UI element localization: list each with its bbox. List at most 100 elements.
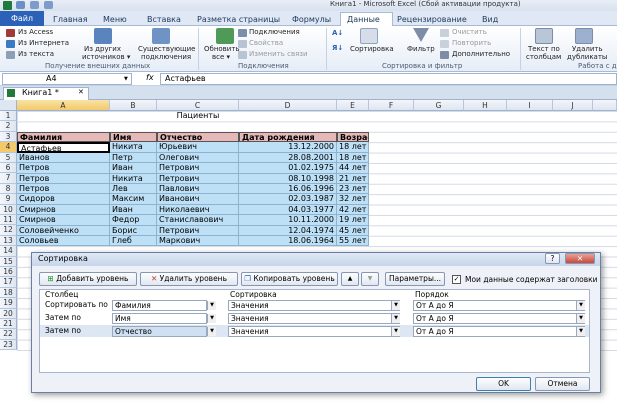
data-cell[interactable]: 45 лет — [337, 225, 369, 236]
data-cell[interactable]: 01.02.1975 — [239, 163, 337, 174]
column-header[interactable]: J — [553, 100, 593, 111]
remove-duplicates-button-line2[interactable]: дубликаты — [567, 53, 607, 61]
data-cell[interactable]: Лев — [110, 184, 157, 195]
name-box-dropdown-icon[interactable]: ▼ — [124, 76, 128, 82]
tab-review[interactable]: Рецензирование — [397, 13, 467, 26]
data-cell[interactable]: Никита — [110, 173, 157, 184]
tab-formulas[interactable]: Формулы — [292, 13, 331, 26]
move-up-button[interactable]: ▲ — [341, 272, 359, 286]
has-headers-checkbox[interactable]: ✓ — [452, 275, 461, 284]
row-header[interactable]: 14 — [0, 246, 17, 257]
add-level-button[interactable]: ⊞ Добавить уровень — [39, 272, 137, 286]
data-cell[interactable]: 02.03.1987 — [239, 194, 337, 205]
save-icon[interactable] — [16, 1, 25, 9]
column-header[interactable]: H — [464, 100, 507, 111]
row-header[interactable]: 3 — [0, 131, 17, 143]
row-header[interactable]: 12 — [0, 225, 17, 236]
row-header[interactable]: 15 — [0, 256, 17, 267]
data-cell[interactable]: Иванов — [17, 152, 110, 164]
help-button[interactable]: ? — [545, 253, 560, 264]
options-button[interactable]: Параметры... — [385, 272, 445, 286]
data-cell[interactable]: 32 лет — [337, 194, 369, 205]
select-all-corner[interactable] — [0, 100, 17, 111]
data-cell[interactable]: 13.12.2000 — [239, 142, 337, 153]
data-cell[interactable]: Петр — [110, 152, 157, 164]
column-header[interactable] — [593, 100, 617, 111]
column-select[interactable]: Имя — [112, 313, 207, 324]
close-icon[interactable]: ✕ — [565, 253, 595, 264]
row-header[interactable]: 2 — [0, 121, 17, 132]
data-cell[interactable]: 18.06.1964 — [239, 236, 337, 247]
data-cell[interactable]: 19 лет — [337, 215, 369, 226]
chevron-down-icon[interactable]: ▼ — [207, 327, 216, 336]
data-cell[interactable]: 44 лет — [337, 163, 369, 174]
data-cell[interactable]: 21 лет — [337, 173, 369, 184]
data-cell[interactable]: Петрович — [157, 173, 239, 184]
row-header[interactable]: 9 — [0, 194, 17, 205]
data-cell[interactable]: 55 лет — [337, 236, 369, 247]
data-cell[interactable]: Петров — [17, 163, 110, 174]
tab-data[interactable]: Данные — [347, 13, 380, 26]
delete-level-button[interactable]: ✕ Удалить уровень — [140, 272, 238, 286]
chevron-down-icon[interactable]: ▼ — [576, 327, 585, 336]
column-header[interactable]: E — [337, 100, 369, 111]
data-cell[interactable]: Федор — [110, 215, 157, 226]
cancel-button[interactable]: Отмена — [535, 377, 590, 391]
row-header[interactable]: 23 — [0, 339, 17, 351]
ok-button[interactable]: OK — [476, 377, 531, 391]
reapply-button[interactable]: Повторить — [452, 39, 491, 47]
header-cell[interactable]: Отчество — [157, 132, 239, 143]
formula-input[interactable] — [160, 73, 617, 85]
from-access-button[interactable]: Из Access — [18, 28, 53, 36]
from-text-button[interactable]: Из текста — [18, 50, 54, 58]
data-cell[interactable]: 04.03.1977 — [239, 204, 337, 216]
sort-on-select[interactable]: Значения — [228, 326, 400, 337]
edit-links-button[interactable]: Изменить связи — [249, 50, 308, 58]
connections-button[interactable]: Подключения — [249, 28, 300, 36]
data-cell[interactable]: Петрович — [157, 163, 239, 174]
row-header[interactable]: 18 — [0, 287, 17, 299]
column-select[interactable]: Отчество — [112, 326, 207, 337]
clear-button[interactable]: Очистить — [452, 28, 487, 36]
row-header[interactable]: 8 — [0, 183, 17, 195]
data-cell[interactable]: Петров — [17, 184, 110, 195]
header-cell[interactable]: Возраст — [337, 132, 369, 143]
data-cell[interactable]: 42 лет — [337, 204, 369, 216]
column-header[interactable]: I — [507, 100, 553, 111]
sort-button[interactable]: Сортировка — [350, 45, 394, 53]
filter-button[interactable]: Фильтр — [407, 45, 435, 53]
data-cell[interactable]: Юрьевич — [157, 142, 239, 153]
existing-connections-button-line2[interactable]: подключения — [141, 53, 191, 61]
data-cell[interactable]: Станиславович — [157, 215, 239, 226]
column-header[interactable]: G — [414, 100, 464, 111]
data-cell[interactable]: Иван — [110, 204, 157, 216]
data-cell[interactable]: Максим — [110, 194, 157, 205]
chevron-down-icon[interactable]: ▼ — [207, 301, 216, 310]
row-header[interactable]: 1 — [0, 111, 17, 122]
data-cell[interactable]: 16.06.1996 — [239, 184, 337, 195]
row-header[interactable]: 17 — [0, 277, 17, 288]
refresh-all-button-line2[interactable]: все ▾ — [212, 53, 230, 61]
undo-icon[interactable] — [30, 1, 39, 9]
data-cell[interactable]: Маркович — [157, 236, 239, 247]
tab-page-layout[interactable]: Разметка страницы — [197, 13, 280, 26]
sort-on-select[interactable]: Значения — [228, 313, 400, 324]
data-cell[interactable]: Астафьев — [17, 142, 110, 153]
column-header[interactable]: D — [239, 100, 337, 111]
other-sources-button[interactable]: Из других — [84, 45, 121, 53]
column-header[interactable]: B — [110, 100, 157, 111]
data-cell[interactable]: 18 лет — [337, 152, 369, 164]
column-select[interactable]: Фамилия — [112, 300, 207, 311]
data-cell[interactable]: Павлович — [157, 184, 239, 195]
row-header[interactable]: 20 — [0, 308, 17, 319]
header-cell[interactable]: Фамилия — [17, 132, 110, 143]
row-header[interactable]: 21 — [0, 319, 17, 330]
text-to-columns-button[interactable]: Текст по — [528, 45, 560, 53]
data-cell[interactable]: Смирнов — [17, 215, 110, 226]
data-cell[interactable]: 18 лет — [337, 142, 369, 153]
data-cell[interactable]: Соловейченко — [17, 225, 110, 236]
data-cell[interactable]: 08.10.1998 — [239, 173, 337, 184]
copy-level-button[interactable]: ❐ Копировать уровень — [241, 272, 338, 286]
order-select[interactable]: От А до Я — [413, 326, 585, 337]
order-select[interactable]: От А до Я — [413, 313, 585, 324]
